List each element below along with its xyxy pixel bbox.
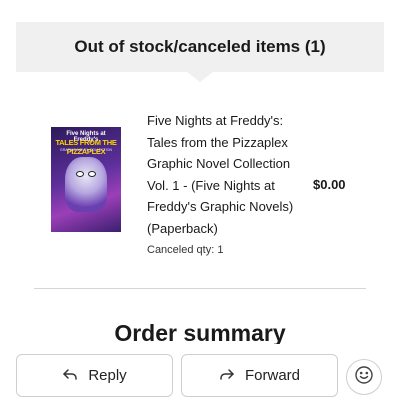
header-notch <box>187 72 213 82</box>
order-summary-title: Order summary <box>114 320 286 346</box>
divider <box>34 288 366 289</box>
cover-subtitle-text: GRAPHIC NOVEL COLLECTION <box>60 148 112 152</box>
cover-character-eye <box>76 171 84 177</box>
book-cover-image[interactable]: Five Nights at Freddy's TALES FROM THE P… <box>51 127 121 232</box>
action-bar: Reply Forward <box>0 344 400 400</box>
section-title: Out of stock/canceled items (1) <box>74 37 326 56</box>
cover-character-art <box>65 157 107 212</box>
reply-icon <box>62 366 78 386</box>
reply-button[interactable]: Reply <box>16 354 173 397</box>
section-header: Out of stock/canceled items (1) <box>16 22 384 72</box>
forward-button[interactable]: Forward <box>181 354 338 397</box>
item-qty: Canceled qty: 1 <box>147 244 224 256</box>
forward-icon <box>219 366 235 386</box>
cover-character-eye <box>88 171 96 177</box>
forward-label: Forward <box>244 367 300 384</box>
cover-title-text: TALES FROM THE PIZZAPLEX <box>55 138 117 156</box>
item-price: $0.00 <box>313 177 346 192</box>
item-title[interactable]: Five Nights at Freddy's: Tales from the … <box>147 110 307 239</box>
reply-label: Reply <box>88 367 127 384</box>
emoji-reaction-button[interactable] <box>346 359 382 395</box>
smiley-icon <box>354 365 374 390</box>
item-row: Five Nights at Freddy's TALES FROM THE P… <box>0 100 400 270</box>
